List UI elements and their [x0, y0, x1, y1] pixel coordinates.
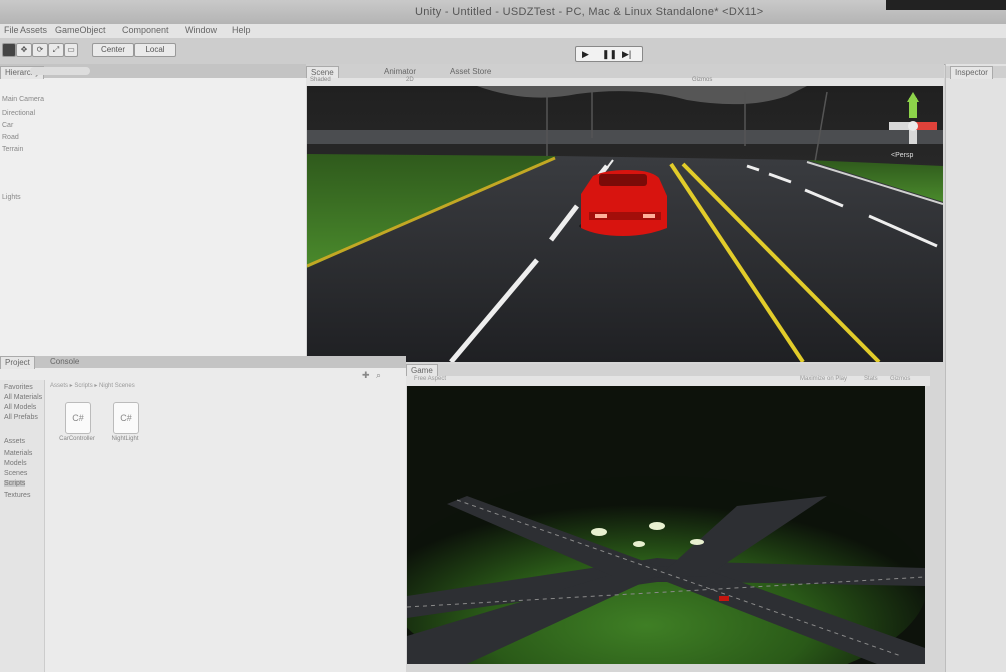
- menu-bar: File Assets GameObject Component Window …: [0, 24, 1006, 38]
- scene-tabstrip: Scene Animator Asset Store: [306, 64, 944, 79]
- hierarchy-item[interactable]: Road: [2, 134, 19, 141]
- red-car-topdown[interactable]: [719, 596, 729, 601]
- tree-item-selected[interactable]: Scripts: [4, 480, 26, 487]
- rect-tool-icon[interactable]: ▭: [64, 43, 78, 57]
- tree-item[interactable]: Assets: [4, 438, 25, 445]
- hand-tool-icon[interactable]: [2, 43, 16, 57]
- tree-item[interactable]: Textures: [4, 492, 30, 499]
- perspective-label[interactable]: <Persp: [891, 152, 913, 159]
- tab-inspector[interactable]: Inspector: [950, 66, 993, 79]
- scene-gizmos-dropdown[interactable]: Gizmos: [692, 77, 712, 83]
- csharp-script-icon: C#: [65, 402, 91, 434]
- hierarchy-item[interactable]: Main Camera: [2, 96, 44, 103]
- scene-viewport[interactable]: <Persp: [307, 86, 943, 362]
- maximize-on-play-toggle[interactable]: Maximize on Play: [800, 376, 847, 382]
- game-gizmos-dropdown[interactable]: Gizmos: [890, 376, 910, 382]
- tree-item[interactable]: Scenes: [4, 470, 27, 477]
- tree-item[interactable]: All Prefabs: [4, 414, 38, 421]
- hierarchy-panel: Hierarchy Main Camera Directional Car Ro…: [0, 64, 306, 356]
- tab-project[interactable]: Project: [0, 356, 35, 369]
- csharp-script-icon: C#: [113, 402, 139, 434]
- aspect-dropdown[interactable]: Free Aspect: [414, 376, 446, 382]
- game-viewport[interactable]: [407, 386, 925, 664]
- scale-tool-icon[interactable]: ⤢: [48, 43, 64, 57]
- project-folder-tree: Favorites All Materials All Models All P…: [0, 380, 45, 672]
- asset-name: NightLight: [111, 436, 139, 442]
- red-car[interactable]: [579, 170, 667, 236]
- game-render: [407, 386, 925, 664]
- play-button[interactable]: ▶: [582, 47, 589, 61]
- project-panel: Project Console Favorites All Materials …: [0, 356, 406, 672]
- project-breadcrumb[interactable]: Assets ▸ Scripts ▸ Night Scenes: [50, 382, 135, 389]
- tree-item[interactable]: All Models: [4, 404, 36, 411]
- monitor-screen: Unity - Untitled - USDZTest - PC, Mac & …: [0, 0, 1006, 672]
- horizon-road: [307, 130, 943, 144]
- shading-mode-dropdown[interactable]: Shaded: [310, 77, 331, 83]
- project-create-icon[interactable]: ✚: [362, 370, 370, 381]
- menu-assets[interactable]: Assets: [20, 25, 47, 35]
- window-title-bar: Unity - Untitled - USDZTest - PC, Mac & …: [0, 0, 1006, 24]
- hierarchy-item[interactable]: Car: [2, 122, 13, 129]
- asset-name: CarController: [59, 436, 95, 442]
- menu-help[interactable]: Help: [232, 25, 251, 35]
- game-tabstrip: Game: [406, 364, 930, 377]
- move-tool-icon[interactable]: ✥: [16, 43, 32, 57]
- hierarchy-search-input[interactable]: [30, 67, 90, 75]
- scene-render: [307, 86, 943, 362]
- space-toggle-button[interactable]: Local: [134, 43, 176, 57]
- inspector-tabstrip: Inspector: [946, 66, 1006, 79]
- playback-controls: ▶ ❚❚ ▶|: [575, 46, 643, 62]
- hierarchy-item[interactable]: Directional: [2, 110, 35, 117]
- script-asset[interactable]: C# NightLight: [110, 402, 140, 446]
- project-search-icon[interactable]: ⌕: [376, 370, 381, 381]
- tree-item[interactable]: Materials: [4, 450, 32, 457]
- tree-item[interactable]: Models: [4, 460, 27, 467]
- script-asset[interactable]: C# CarController: [59, 402, 95, 446]
- pause-button[interactable]: ❚❚: [602, 47, 617, 61]
- menu-window[interactable]: Window: [185, 25, 217, 35]
- stats-toggle[interactable]: Stats: [864, 376, 878, 382]
- tree-item[interactable]: Favorites: [4, 384, 33, 391]
- 2d-toggle-button[interactable]: 2D: [406, 77, 414, 83]
- menu-component[interactable]: Component: [122, 25, 169, 35]
- menu-file[interactable]: File: [4, 25, 19, 35]
- tab-console[interactable]: Console: [46, 356, 83, 368]
- tab-animator[interactable]: Animator: [380, 66, 420, 78]
- menu-gameobject[interactable]: GameObject: [55, 25, 106, 35]
- main-toolbar: ✥ ⟳ ⤢ ▭ Center Local ▶ ❚❚ ▶|: [0, 38, 1006, 65]
- project-tabstrip: Project Console: [0, 356, 406, 369]
- scene-toolbar: Shaded 2D Gizmos: [306, 77, 944, 86]
- hierarchy-item[interactable]: Lights: [2, 194, 21, 201]
- scene-orientation-gizmo-icon[interactable]: [885, 92, 941, 152]
- window-title: Unity - Untitled - USDZTest - PC, Mac & …: [415, 6, 764, 18]
- pivot-toggle-button[interactable]: Center: [92, 43, 134, 57]
- inspector-panel: Inspector: [945, 64, 1006, 672]
- hierarchy-item[interactable]: Terrain: [2, 146, 23, 153]
- rotate-tool-icon[interactable]: ⟳: [32, 43, 48, 57]
- step-button[interactable]: ▶|: [622, 47, 631, 61]
- tree-item[interactable]: All Materials: [4, 394, 42, 401]
- game-toolbar: Free Aspect Maximize on Play Stats Gizmo…: [406, 376, 930, 386]
- tab-asset-store[interactable]: Asset Store: [446, 66, 495, 78]
- monitor-bezel: [886, 0, 1006, 10]
